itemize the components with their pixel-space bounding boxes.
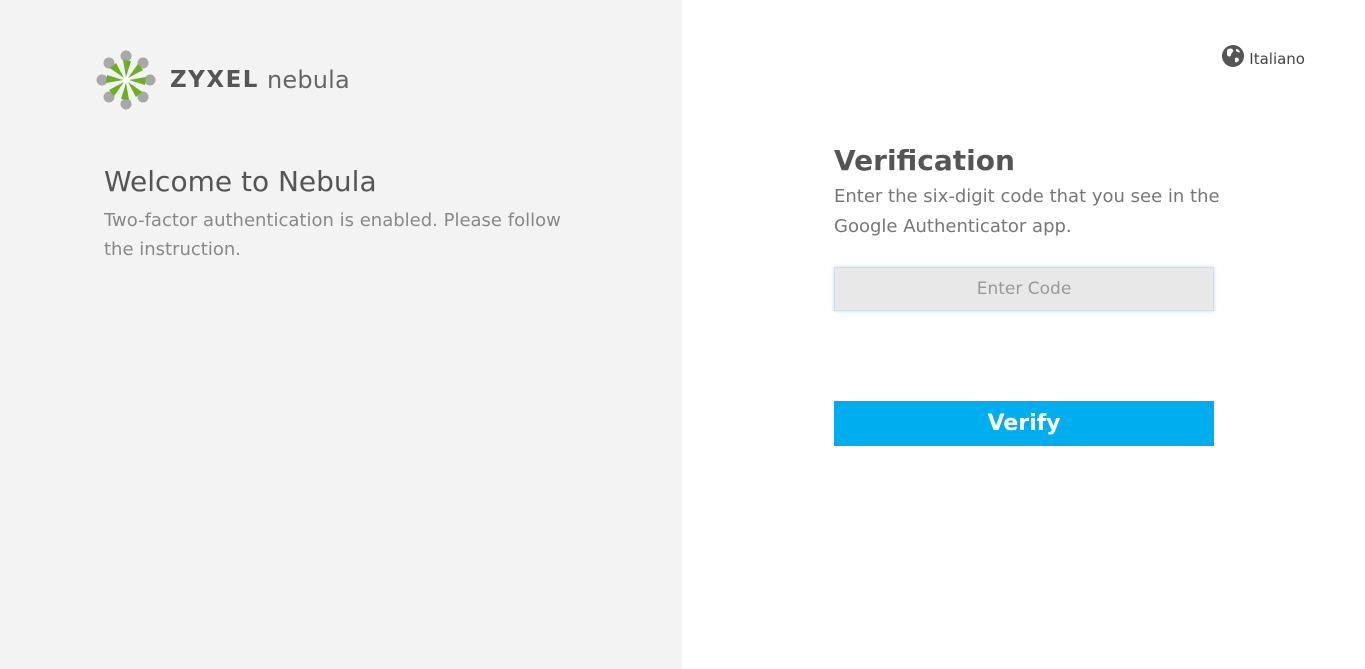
zyxel-nebula-logo: ZYXEL nebula [94, 48, 350, 112]
verification-code-input[interactable] [834, 267, 1214, 311]
verify-button[interactable]: Verify [834, 401, 1214, 446]
right-panel: Italiano Verification Enter the six-digi… [682, 0, 1365, 669]
welcome-title: Welcome to Nebula [104, 165, 377, 198]
zyxel-nebula-logo-icon [96, 50, 156, 110]
welcome-subtitle: Two-factor authentication is enabled. Pl… [104, 210, 561, 260]
logo-product-text: nebula [266, 66, 350, 94]
left-panel: ZYXEL nebula Welcome to Nebula Two-facto… [0, 0, 682, 669]
globe-icon [1222, 45, 1245, 67]
verification-description: Enter the six-digit code that you see in… [834, 186, 1220, 237]
logo-brand-text: ZYXEL [170, 67, 259, 93]
language-label: Italiano [1249, 50, 1305, 68]
verification-title: Verification [834, 144, 1015, 177]
language-switcher[interactable]: Italiano [1221, 44, 1305, 68]
